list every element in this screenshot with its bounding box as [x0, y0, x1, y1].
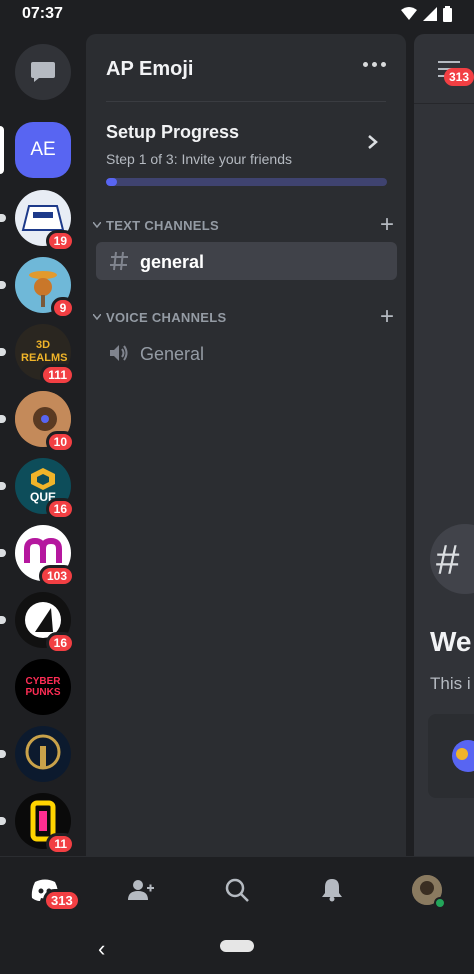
- friends-icon: [128, 880, 154, 900]
- invite-illustration-icon: [452, 740, 474, 772]
- chat-area: 313 # We This i: [414, 34, 474, 856]
- server-ae-label: AE: [30, 139, 56, 160]
- server-icon-8[interactable]: CYBER PUNKS: [15, 659, 71, 715]
- welcome-card[interactable]: [428, 714, 474, 798]
- status-icons: [401, 6, 452, 22]
- unread-dot: [0, 281, 6, 289]
- unread-badge: 16: [45, 632, 75, 654]
- setup-title: Setup Progress: [106, 122, 240, 142]
- signal-icon: [423, 7, 437, 21]
- hash-icon: #: [436, 536, 460, 583]
- unread-dot: [0, 549, 6, 557]
- bell-icon: [322, 879, 342, 902]
- back-icon[interactable]: ‹: [98, 936, 105, 962]
- more-options-icon[interactable]: [363, 62, 386, 67]
- search-icon: [225, 878, 249, 902]
- hash-icon: [110, 251, 128, 271]
- server-ae-button[interactable]: AE: [0, 122, 71, 178]
- unread-dot: [0, 817, 6, 825]
- welcome-hash-circle: #: [430, 524, 474, 594]
- unread-badge: 103: [38, 565, 75, 587]
- status-time: 07:37: [22, 5, 63, 22]
- wifi-icon: [401, 7, 417, 20]
- unread-dot: [0, 415, 6, 423]
- direct-messages-button[interactable]: [15, 44, 71, 100]
- server-8-logo-text: CYBER PUNKS: [25, 676, 61, 698]
- server-icon-3[interactable]: 3D REALMS 111: [0, 324, 75, 386]
- nav-search[interactable]: [220, 873, 254, 907]
- setup-progress-card[interactable]: Setup Progress Step 1 of 3: Invite your …: [106, 122, 387, 186]
- server-rail: AE 19 9 3D REALMS 111 10 QUE 16 103 16 C…: [0, 30, 86, 856]
- voice-channels-label: VOICE CHANNELS: [106, 310, 227, 325]
- online-status-dot: [434, 897, 446, 909]
- text-channels-label: TEXT CHANNELS: [106, 218, 219, 233]
- home-unread-badge: 313: [43, 889, 81, 912]
- server-icon-9[interactable]: [0, 726, 71, 782]
- unread-badge: 111: [40, 364, 75, 386]
- welcome-subtitle: This i: [430, 674, 471, 693]
- status-bar: 07:37: [0, 0, 474, 30]
- server-name: AP Emoji: [106, 58, 194, 80]
- add-text-channel-button[interactable]: +: [380, 213, 394, 237]
- unread-dot: [0, 616, 6, 624]
- server-avatar: [15, 726, 71, 782]
- unread-badge: 11: [46, 833, 75, 855]
- add-voice-channel-button[interactable]: +: [380, 305, 394, 329]
- battery-icon: [443, 6, 452, 22]
- nav-profile[interactable]: [410, 873, 446, 909]
- server-3-logo-text: 3D REALMS: [21, 339, 68, 364]
- unread-dot: [0, 348, 6, 356]
- system-nav-bar: ‹: [0, 918, 474, 974]
- voice-channels-section[interactable]: VOICE CHANNELS +: [86, 305, 406, 332]
- unread-dot: [0, 214, 6, 222]
- channel-name: General: [140, 344, 205, 364]
- text-channels-section[interactable]: TEXT CHANNELS +: [86, 213, 406, 240]
- unread-badge: 9: [51, 297, 75, 319]
- server-icon-7[interactable]: 16: [0, 592, 75, 654]
- server-icon-10[interactable]: 11: [0, 793, 75, 855]
- unread-badge: 10: [45, 431, 75, 453]
- chat-header-badge: 313: [444, 68, 474, 86]
- chat-bubble-icon: [31, 62, 55, 82]
- server-icon-4[interactable]: 10: [0, 391, 75, 453]
- channel-panel: AP Emoji Setup Progress Step 1 of 3: Inv…: [86, 34, 406, 856]
- channel-general[interactable]: general: [96, 242, 397, 280]
- chevron-down-icon: [93, 222, 101, 228]
- voice-channel-general[interactable]: General: [96, 334, 397, 372]
- bottom-nav: 313: [0, 856, 474, 918]
- setup-subtitle: Step 1 of 3: Invite your friends: [106, 151, 292, 167]
- chevron-down-icon: [93, 314, 101, 320]
- nav-friends[interactable]: [124, 873, 158, 907]
- unread-badge: 19: [45, 230, 75, 252]
- active-server-indicator: [0, 126, 4, 174]
- unread-dot: [0, 482, 6, 490]
- nav-notifications[interactable]: [315, 873, 349, 907]
- server-icon-6[interactable]: 103: [0, 525, 75, 587]
- server-icon-5[interactable]: QUE 16: [0, 458, 75, 520]
- setup-progress-bar: [106, 178, 387, 186]
- channel-name: general: [140, 252, 205, 272]
- setup-progress-fill: [106, 178, 118, 186]
- chevron-right-icon: [368, 135, 378, 149]
- server-icon-1[interactable]: 19: [0, 190, 75, 252]
- home-pill[interactable]: [220, 940, 254, 952]
- server-icon-2[interactable]: 9: [0, 257, 75, 319]
- speaker-icon: [110, 345, 128, 361]
- server-header[interactable]: AP Emoji: [106, 34, 386, 102]
- chat-header: 313: [414, 34, 474, 104]
- unread-dot: [0, 750, 6, 758]
- unread-badge: 16: [45, 498, 75, 520]
- welcome-title: We: [430, 626, 472, 657]
- server-avatar: CYBER PUNKS: [15, 659, 71, 715]
